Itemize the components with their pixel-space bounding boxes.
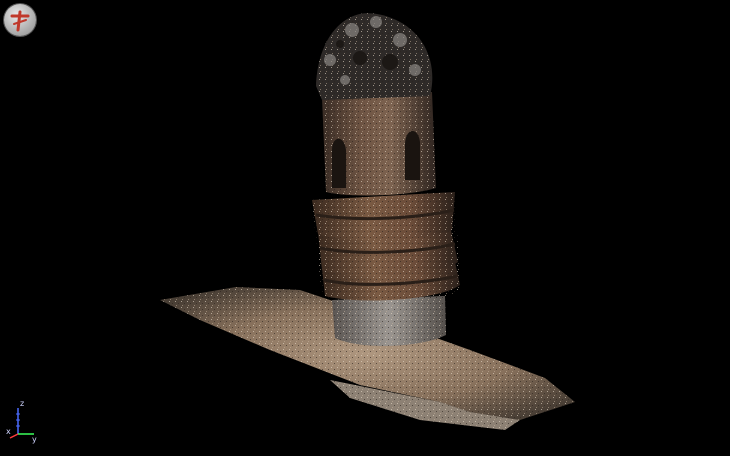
app-logo-button[interactable] xyxy=(4,4,36,36)
axis-x-label: x xyxy=(6,427,11,436)
point-cloud-scene[interactable] xyxy=(0,0,730,456)
axis-y-label: y xyxy=(32,435,37,444)
axis-gizmo: x y z xyxy=(6,400,42,444)
axis-z-label: z xyxy=(20,399,25,408)
tower-point-cloud xyxy=(312,13,460,346)
3d-viewport[interactable]: x y z xyxy=(0,0,730,456)
app-logo-icon xyxy=(10,10,30,32)
